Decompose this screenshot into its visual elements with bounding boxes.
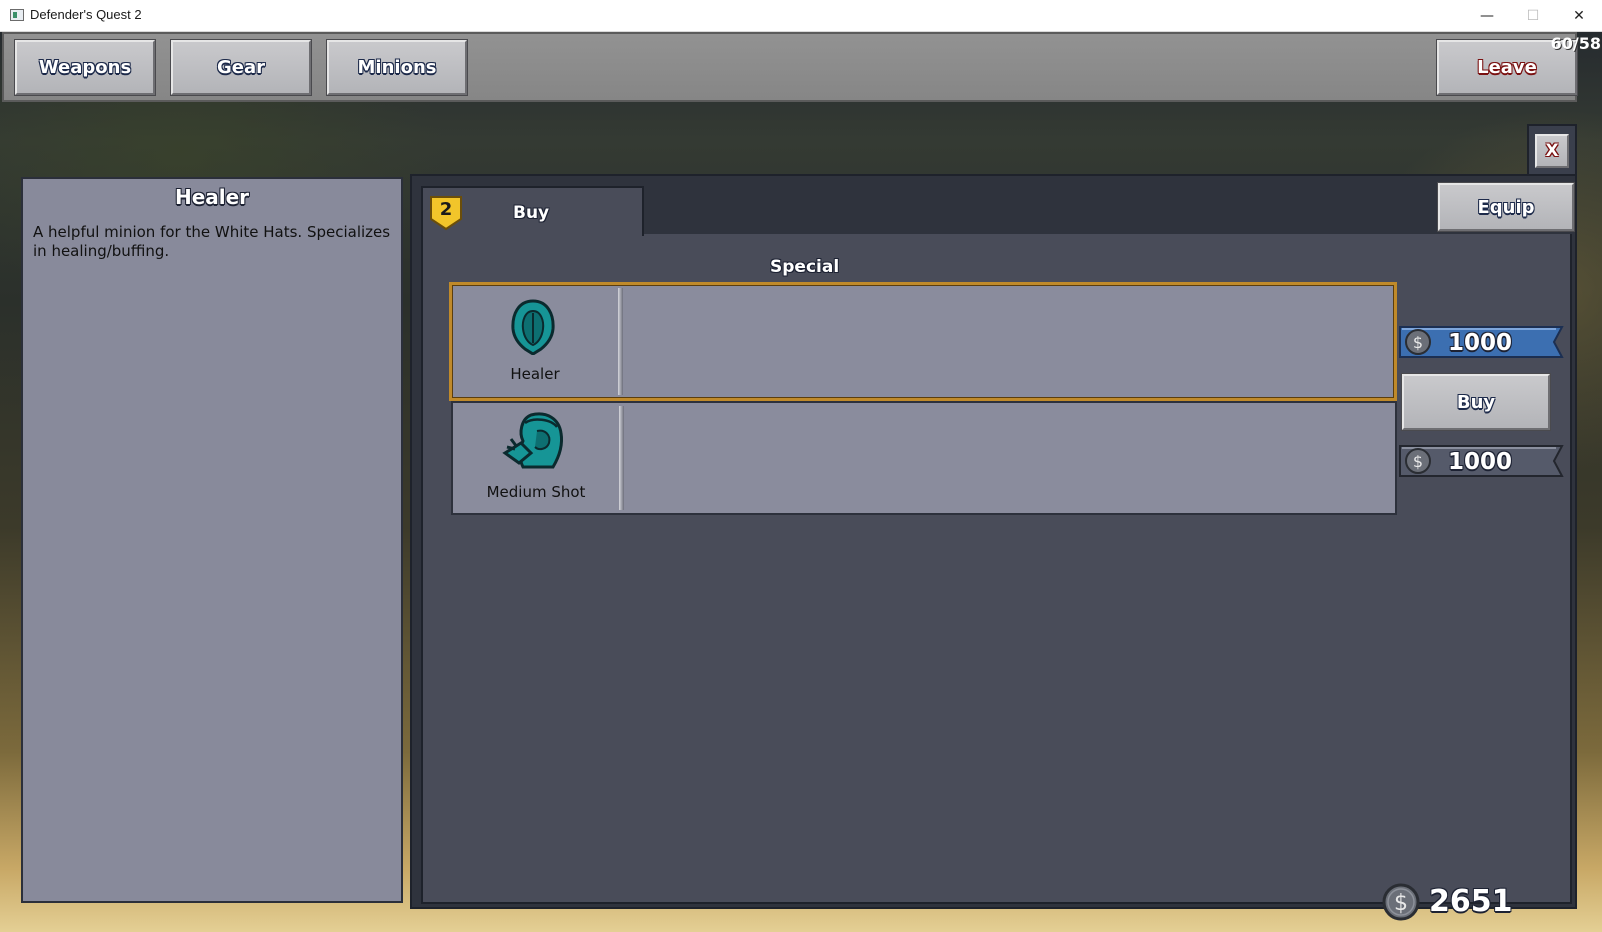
medium-shot-icon bbox=[502, 412, 563, 469]
info-description: A helpful minion for the White Hats. Spe… bbox=[33, 223, 391, 260]
money-value: 2651 bbox=[1429, 884, 1513, 919]
item-icon-cell: Medium Shot bbox=[453, 403, 619, 513]
row-divider bbox=[618, 288, 623, 395]
badge-number: 2 bbox=[439, 199, 453, 220]
item-info-panel: Healer A helpful minion for the White Ha… bbox=[21, 177, 403, 903]
price-tag-medium-shot: $ 1000 bbox=[1398, 442, 1566, 480]
category-label: Special bbox=[770, 257, 840, 277]
close-panel-frame: X bbox=[1527, 124, 1577, 177]
tab-buy-label: Buy bbox=[513, 203, 550, 223]
shop-item-medium-shot[interactable]: Medium Shot bbox=[451, 401, 1397, 515]
minimize-button[interactable]: — bbox=[1464, 0, 1510, 31]
item-icon-cell: Healer bbox=[452, 285, 618, 398]
row-divider bbox=[619, 406, 624, 510]
window-close-button[interactable]: ✕ bbox=[1556, 0, 1602, 31]
money-total: $ 2651 bbox=[1381, 880, 1517, 924]
svg-text:$: $ bbox=[1413, 452, 1423, 471]
healer-hood-icon bbox=[511, 299, 555, 355]
gear-tab-button[interactable]: Gear bbox=[171, 40, 311, 95]
item-name: Healer bbox=[510, 365, 560, 383]
tab-buy[interactable]: 2 Buy bbox=[421, 186, 644, 236]
price-value: 1000 bbox=[1448, 449, 1513, 475]
shop-item-healer[interactable]: Healer bbox=[449, 282, 1397, 401]
maximize-button[interactable]: ☐ bbox=[1510, 0, 1556, 31]
count-badge: 2 bbox=[429, 195, 463, 231]
window-title: Defender's Quest 2 bbox=[30, 7, 142, 22]
svg-text:$: $ bbox=[1413, 333, 1423, 352]
weapons-tab-button[interactable]: Weapons bbox=[15, 40, 155, 95]
info-title: Healer bbox=[174, 185, 250, 209]
item-name: Medium Shot bbox=[486, 483, 586, 501]
app-icon bbox=[10, 9, 24, 21]
minions-tab-button[interactable]: Minions bbox=[327, 40, 467, 95]
item-counter: 60/58 bbox=[1550, 34, 1601, 53]
svg-text:$: $ bbox=[1394, 891, 1408, 916]
price-value: 1000 bbox=[1448, 330, 1513, 356]
close-panel-button[interactable]: X bbox=[1535, 134, 1569, 168]
equip-button[interactable]: Equip bbox=[1438, 183, 1574, 231]
price-tag-healer: $ 1000 bbox=[1398, 323, 1566, 361]
game-viewport: Weapons Gear Minions Leave 60/58 Healer … bbox=[0, 32, 1602, 932]
coin-icon: $ bbox=[1382, 883, 1420, 921]
window-titlebar: Defender's Quest 2 — ☐ ✕ bbox=[0, 0, 1602, 32]
buy-button[interactable]: Buy bbox=[1402, 374, 1550, 430]
